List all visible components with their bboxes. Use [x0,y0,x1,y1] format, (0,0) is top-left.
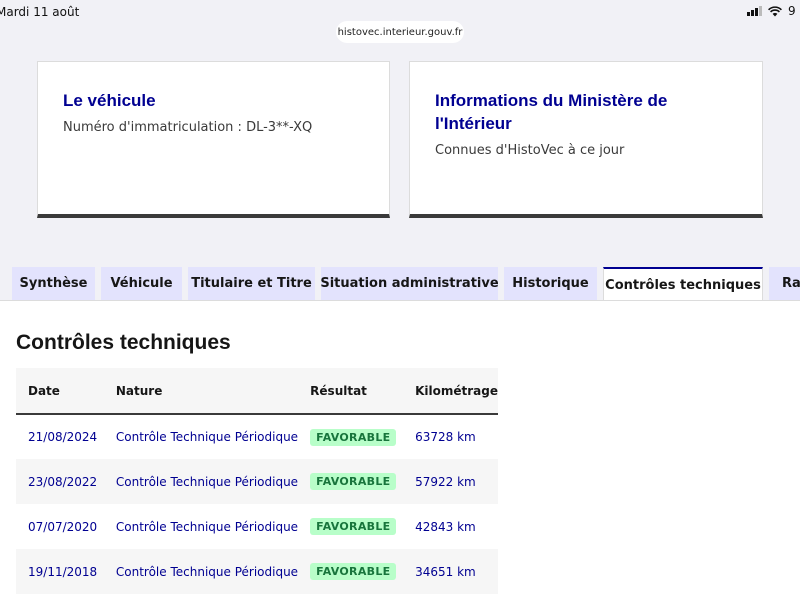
tab-rapport[interactable]: Rap [769,267,800,300]
tab-controles-techniques[interactable]: Contrôles techniques [603,267,763,301]
vehicle-card-title: Le véhicule [63,91,156,110]
row-date: 21/08/2024 [28,430,98,444]
tab-synthese[interactable]: Synthèse [12,267,95,300]
table-row: 21/08/2024 Contrôle Technique Périodique… [16,414,498,459]
tab-historique[interactable]: Historique [504,267,597,300]
table-row: 07/07/2020 Contrôle Technique Périodique… [16,504,498,549]
row-mileage: 42843 km [415,519,476,534]
row-mileage: 34651 km [403,549,498,594]
column-header-date: Date [16,368,104,415]
row-date: 07/07/2020 [28,519,98,534]
ministry-card-subtitle: Connues d'HistoVec à ce jour [435,143,625,158]
vehicle-card: Le véhicule Numéro d'immatriculation : D… [37,61,390,218]
status-date: Mardi 11 août [0,5,80,19]
tab-vehicule[interactable]: Véhicule [101,267,182,300]
battery-percentage: 9 [788,4,796,18]
row-mileage: 57922 km [403,459,498,504]
tab-panel: Contrôles techniques Date Nature Résulta… [0,300,800,600]
section-title: Contrôles techniques [16,331,231,354]
result-badge: FAVORABLE [310,428,397,446]
technical-controls-table: Date Nature Résultat Kilométrage 21/08/2… [16,368,498,594]
ministry-card: Informations du Ministère de l'Intérieur… [409,61,763,218]
result-badge: FAVORABLE [310,563,397,580]
table-header-row: Date Nature Résultat Kilométrage [16,368,498,415]
tab-titulaire-titre[interactable]: Titulaire et Titre [188,267,315,300]
status-icons: 9 [747,4,800,18]
row-nature: Contrôle Technique Périodique [103,459,299,504]
row-nature: Contrôle Technique Périodique [115,519,299,534]
row-mileage: 63728 km [415,430,476,444]
column-header-result: Résultat [298,368,404,415]
vehicle-card-plate: Numéro d'immatriculation : DL-3**-XQ [63,120,313,135]
table-row: 23/08/2022 Contrôle Technique Périodique… [16,459,498,504]
tab-bar: Synthèse Véhicule Titulaire et Titre Sit… [0,267,800,301]
row-nature: Contrôle Technique Périodique [115,430,299,444]
browser-url-bar[interactable]: histovec.interieur.gouv.fr [336,21,464,43]
result-badge: FAVORABLE [310,518,397,535]
cellular-signal-icon [747,6,762,16]
column-header-nature: Nature [103,368,299,415]
row-date: 23/08/2022 [16,459,104,504]
ministry-card-title: Informations du Ministère de l'Intérieur [435,91,668,133]
tab-situation-administrative[interactable]: Situation administrative [321,267,498,300]
url-text: histovec.interieur.gouv.fr [337,26,463,38]
row-date: 19/11/2018 [16,549,104,594]
result-badge: FAVORABLE [310,473,397,490]
wifi-icon [768,5,782,16]
table-row: 19/11/2018 Contrôle Technique Périodique… [16,549,498,594]
column-header-mileage: Kilométrage [403,368,498,415]
row-nature: Contrôle Technique Périodique [103,549,299,594]
